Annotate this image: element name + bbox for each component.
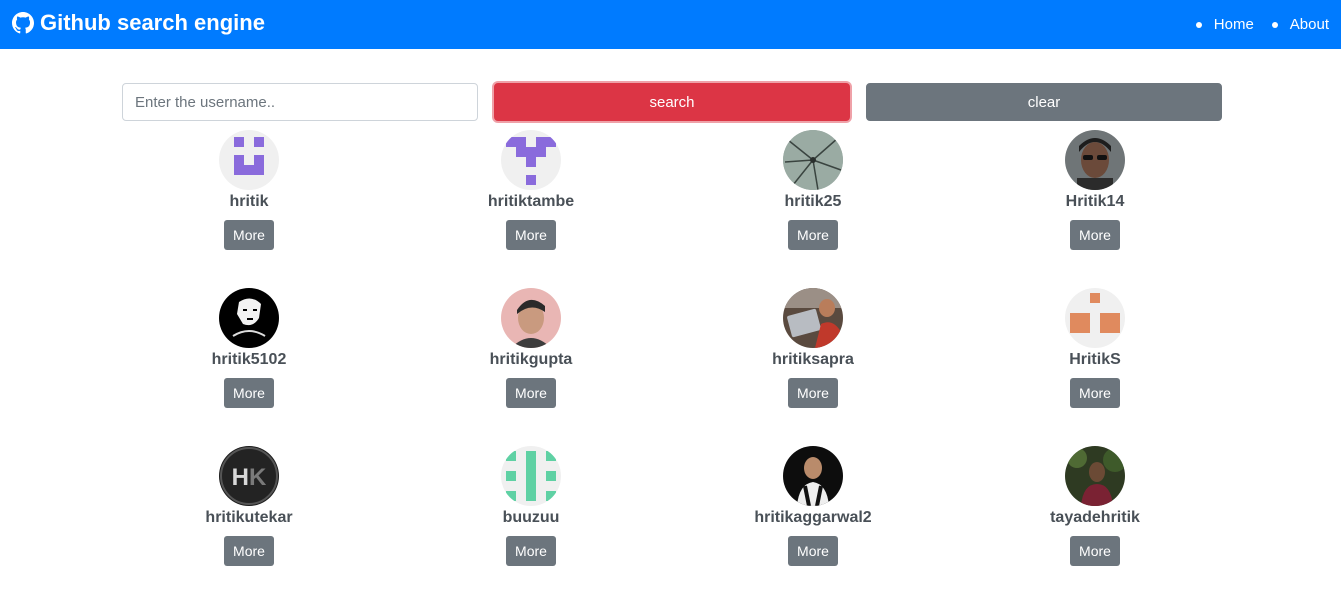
user-card: hritikgupta More bbox=[390, 288, 672, 438]
user-avatar[interactable] bbox=[783, 288, 843, 348]
more-button[interactable]: More bbox=[224, 378, 274, 408]
bullet-icon bbox=[1195, 21, 1202, 28]
more-button[interactable]: More bbox=[1070, 536, 1120, 566]
user-card: HritikS More bbox=[954, 288, 1236, 438]
user-card: hritik25 More bbox=[672, 130, 954, 280]
bullet-icon bbox=[1271, 21, 1278, 28]
username: hritikutekar bbox=[205, 509, 293, 526]
brand[interactable]: Github search engine bbox=[12, 9, 265, 37]
user-card: tayadehritik More bbox=[954, 446, 1236, 596]
username: hritiktambe bbox=[487, 193, 575, 210]
username: hritik5102 bbox=[211, 351, 287, 368]
username-search-input[interactable] bbox=[122, 83, 478, 121]
user-card: hritiksapra More bbox=[672, 288, 954, 438]
brand-title: Github search engine bbox=[40, 10, 265, 35]
username: hritik bbox=[229, 193, 269, 210]
github-icon bbox=[12, 12, 34, 34]
more-button[interactable]: More bbox=[224, 220, 274, 250]
username: tayadehritik bbox=[1050, 509, 1140, 526]
user-card: Hritik14 More bbox=[954, 130, 1236, 280]
navbar: Github search engine Home About bbox=[0, 0, 1341, 49]
search-button[interactable]: search bbox=[494, 83, 850, 121]
user-avatar[interactable] bbox=[1065, 446, 1125, 506]
more-button[interactable]: More bbox=[224, 536, 274, 566]
user-avatar[interactable] bbox=[501, 446, 561, 506]
clear-button[interactable]: clear bbox=[866, 83, 1222, 121]
more-button[interactable]: More bbox=[1070, 378, 1120, 408]
user-avatar[interactable] bbox=[783, 446, 843, 506]
username: hritik25 bbox=[784, 193, 842, 210]
more-button[interactable]: More bbox=[506, 536, 556, 566]
username: hritiksapra bbox=[772, 351, 854, 368]
username: hritikaggarwal2 bbox=[754, 509, 872, 526]
user-card: buuzuu More bbox=[390, 446, 672, 596]
user-avatar[interactable] bbox=[1065, 130, 1125, 190]
user-card: hritik More bbox=[108, 130, 390, 280]
more-button[interactable]: More bbox=[788, 378, 838, 408]
username: buuzuu bbox=[502, 509, 560, 526]
user-card: hritiktambe More bbox=[390, 130, 672, 280]
more-button[interactable]: More bbox=[506, 378, 556, 408]
username: HritikS bbox=[1069, 351, 1121, 368]
user-card: HK hritikutekar More bbox=[108, 446, 390, 596]
user-avatar[interactable] bbox=[1065, 288, 1125, 348]
svg-text:HK: HK bbox=[232, 464, 267, 491]
user-avatar[interactable] bbox=[501, 130, 561, 190]
more-button[interactable]: More bbox=[788, 220, 838, 250]
user-card: hritik5102 More bbox=[108, 288, 390, 438]
more-button[interactable]: More bbox=[1070, 220, 1120, 250]
more-button[interactable]: More bbox=[506, 220, 556, 250]
nav-about-label: About bbox=[1289, 16, 1329, 33]
nav-about[interactable]: About bbox=[1271, 16, 1329, 33]
nav-home-label: Home bbox=[1213, 16, 1254, 33]
user-avatar[interactable] bbox=[501, 288, 561, 348]
nav-links: Home About bbox=[1190, 0, 1341, 49]
user-avatar[interactable]: HK bbox=[219, 446, 279, 506]
user-card: hritikaggarwal2 More bbox=[672, 446, 954, 596]
user-avatar[interactable] bbox=[219, 130, 279, 190]
user-avatar[interactable] bbox=[783, 130, 843, 190]
user-avatar[interactable] bbox=[219, 288, 279, 348]
more-button[interactable]: More bbox=[788, 536, 838, 566]
nav-home[interactable]: Home bbox=[1195, 16, 1254, 33]
username: hritikgupta bbox=[489, 351, 573, 368]
username: Hritik14 bbox=[1065, 193, 1125, 210]
